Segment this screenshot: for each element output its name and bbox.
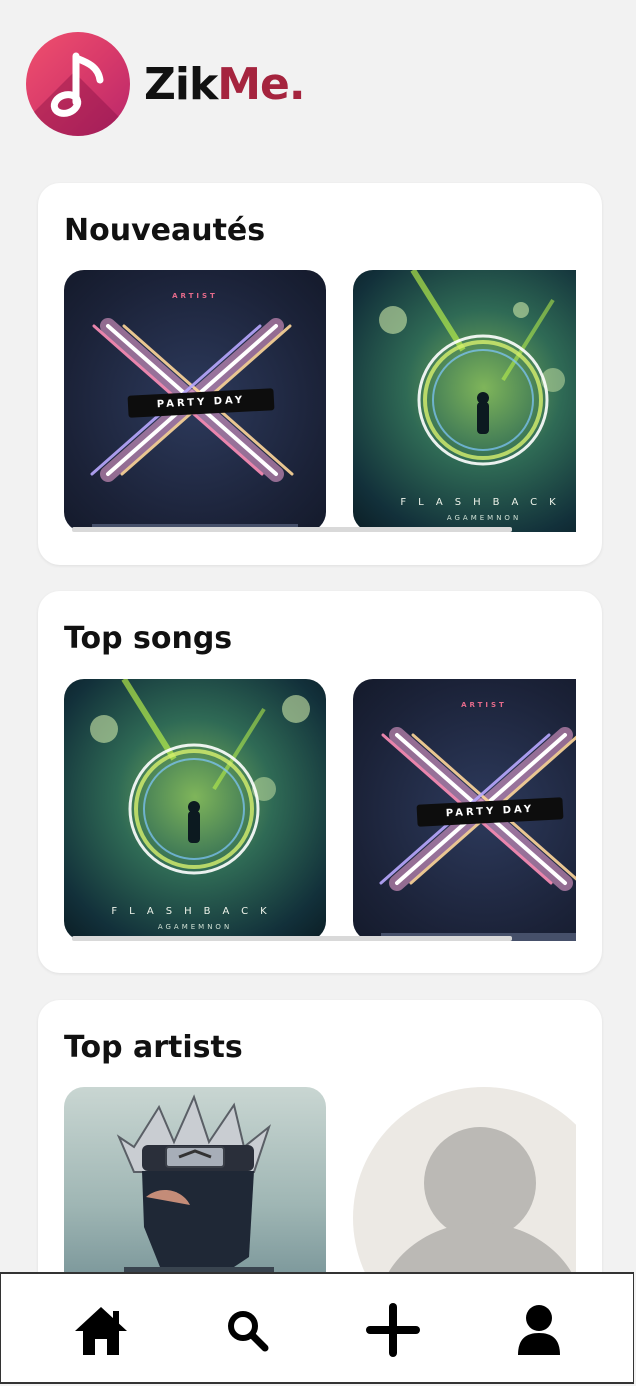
- artist-card-default-avatar[interactable]: [353, 1087, 576, 1300]
- nav-profile-button[interactable]: [509, 1300, 569, 1360]
- default-avatar-icon: [377, 1127, 576, 1300]
- horizontal-scroll-row[interactable]: ARTIST PARTY DAY FLASHBACK AGAMEMNON: [64, 270, 576, 536]
- artist-card-photo[interactable]: [64, 1087, 326, 1300]
- portal-graphic: [379, 270, 565, 466]
- home-icon: [75, 1307, 127, 1355]
- section-nouveautes: Nouveautés ARTIST PARTY DAY FLASHBACK AG…: [38, 183, 602, 565]
- user-icon: [518, 1305, 560, 1355]
- portal-graphic: [90, 679, 310, 875]
- cover-artist-text: AGAMEMNON: [157, 923, 233, 931]
- nav-add-button[interactable]: [363, 1300, 423, 1360]
- brand-part-2: Me.: [217, 58, 305, 110]
- nav-search-button[interactable]: [217, 1300, 277, 1360]
- brand-part-1: Zik: [144, 58, 218, 110]
- scrollbar[interactable]: [72, 527, 512, 532]
- section-top-songs: Top songs FLASHBACK AGAMEMNON ARTIST PAR…: [38, 591, 602, 973]
- bottom-navigation: [0, 1272, 634, 1384]
- section-top-artists: Top artists: [38, 1000, 602, 1300]
- cover-artist-text: AGAMEMNON: [446, 514, 522, 522]
- app-title: ZikMe.: [144, 58, 306, 110]
- nav-home-button[interactable]: [71, 1300, 131, 1360]
- scrollbar[interactable]: [72, 936, 512, 941]
- section-title: Top artists: [64, 1030, 243, 1065]
- plus-icon: [366, 1303, 420, 1357]
- artist-photo-image: [116, 1094, 274, 1300]
- section-title: Top songs: [64, 621, 233, 656]
- search-icon: [228, 1311, 269, 1352]
- music-note-icon: [50, 52, 104, 117]
- song-card-party-day[interactable]: ARTIST PARTY DAY: [64, 270, 326, 532]
- cover-title-text: FLASHBACK: [400, 497, 568, 508]
- horizontal-scroll-row[interactable]: [64, 1087, 576, 1300]
- cover-title-text: FLASHBACK: [111, 906, 279, 917]
- app-header: ZikMe.: [26, 32, 306, 136]
- horizontal-scroll-row[interactable]: FLASHBACK AGAMEMNON ARTIST PARTY DAY: [64, 679, 576, 945]
- app-logo[interactable]: [26, 32, 130, 136]
- song-card-flashback[interactable]: FLASHBACK AGAMEMNON: [353, 270, 576, 532]
- song-card-party-day[interactable]: ARTIST PARTY DAY: [353, 679, 576, 941]
- song-card-flashback[interactable]: FLASHBACK AGAMEMNON: [64, 679, 326, 941]
- section-title: Nouveautés: [64, 213, 266, 248]
